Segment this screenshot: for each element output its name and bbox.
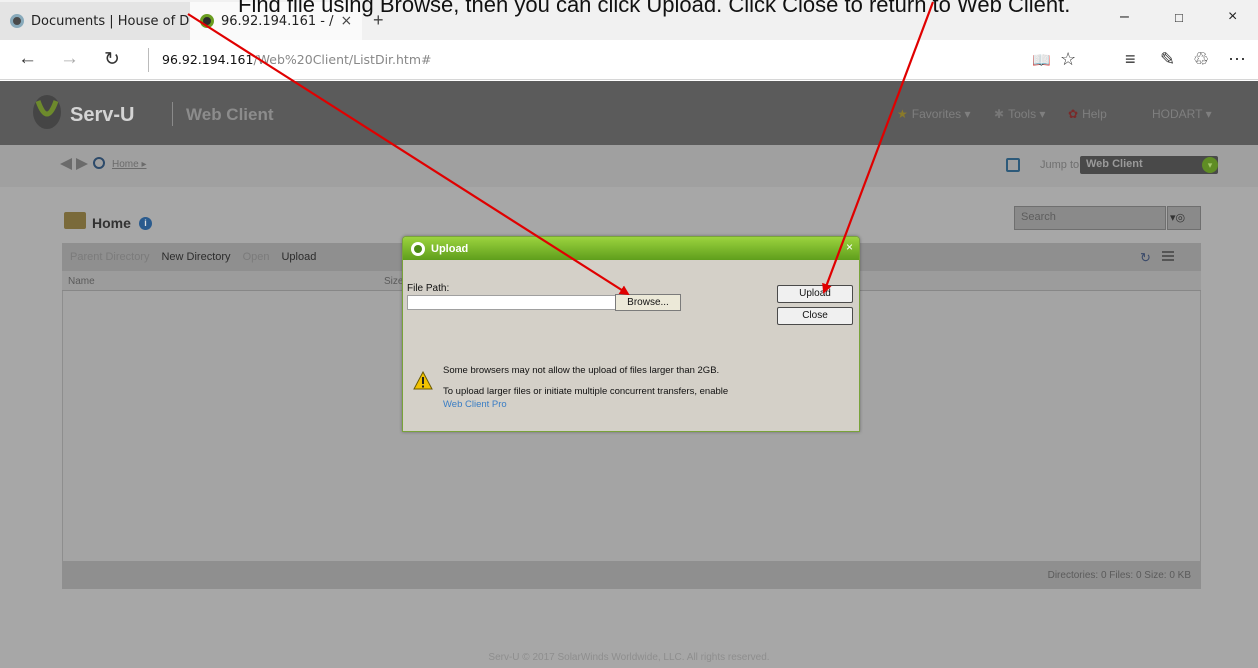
name-column-header[interactable]: Name (68, 276, 95, 287)
url-field[interactable]: 96.92.194.161/Web%20Client/ListDir.htm# (162, 52, 432, 67)
tools-menu[interactable]: ✱ Tools ▾ (994, 107, 1045, 121)
folder-icon (64, 212, 86, 229)
new-directory-button[interactable]: New Directory (161, 251, 230, 263)
maximize-button[interactable]: □ (1175, 10, 1183, 25)
minimize-button[interactable]: – (1120, 8, 1129, 26)
more-icon[interactable]: ⋯ (1228, 49, 1246, 70)
jump-go-icon[interactable]: ▾ (1202, 157, 1218, 173)
close-window-button[interactable]: × (1228, 8, 1237, 26)
external-link-icon[interactable] (1006, 158, 1020, 172)
address-divider (148, 48, 149, 72)
history-icon[interactable] (93, 157, 105, 169)
share-icon[interactable]: ♲ (1193, 49, 1209, 70)
brand-subtitle: Web Client (186, 105, 274, 124)
copyright-footer: Serv-U © 2017 SolarWinds Worldwide, LLC.… (488, 652, 770, 663)
hub-icon[interactable]: ≡ (1125, 49, 1136, 70)
serv-u-logo-icon (33, 95, 61, 129)
breadcrumb-home[interactable]: Home ▸ (112, 159, 146, 170)
jump-to-label: Jump to: (1040, 159, 1083, 171)
url-path: /Web%20Client/ListDir.htm# (253, 52, 432, 67)
reading-view-icon[interactable]: 📖 (1032, 51, 1051, 69)
status-bar: Directories: 0 Files: 0 Size: 0 KB (62, 561, 1201, 589)
refresh-button[interactable]: ↻ (104, 48, 120, 71)
tab-documents[interactable]: Documents | House of Dool (0, 2, 209, 40)
file-path-label: File Path: (407, 283, 450, 294)
size-column-header[interactable]: Size (384, 276, 403, 287)
instruction-banner: Find file using Browse, then you can cli… (238, 0, 1071, 17)
favorite-star-icon[interactable]: ☆ (1060, 49, 1076, 70)
brand-name: Serv-U (70, 104, 135, 126)
status-summary: Directories: 0 Files: 0 Size: 0 KB (1047, 570, 1191, 581)
browse-button[interactable]: Browse... (615, 294, 681, 311)
refresh-list-icon[interactable]: ↻ (1140, 250, 1151, 266)
favorites-label: Favorites ▾ (911, 107, 971, 121)
dialog-close-icon[interactable]: × (846, 240, 853, 254)
forward-button[interactable]: → (60, 48, 79, 70)
star-icon: ★ (897, 107, 908, 121)
web-client-pro-link[interactable]: Web Client Pro (443, 399, 507, 410)
tab-title: Documents | House of Dool (31, 13, 209, 29)
close-button[interactable]: Close (777, 307, 853, 325)
open-button[interactable]: Open (243, 251, 270, 263)
web-note-icon[interactable]: ✎ (1160, 49, 1175, 70)
brand-divider (172, 102, 173, 126)
screenshot-root: Documents | House of Dool 96.92.194.161 … (0, 0, 1258, 668)
search-options-icon[interactable]: ▾◎ (1167, 206, 1201, 230)
help-menu[interactable]: ✿ Help (1068, 107, 1107, 121)
back-button[interactable]: ← (18, 48, 37, 70)
warning-text-pro: To upload larger files or initiate multi… (443, 386, 729, 397)
serv-u-dialog-icon (411, 241, 425, 256)
serv-u-icon (200, 14, 214, 28)
help-icon: ✿ (1068, 107, 1079, 121)
upload-toolbar-button[interactable]: Upload (281, 251, 316, 263)
help-label: Help (1082, 107, 1107, 121)
upload-dialog: Upload × File Path: Browse... Upload Clo… (402, 236, 860, 432)
search-input[interactable]: Search (1014, 206, 1166, 230)
url-host: 96.92.194.161 (162, 52, 254, 67)
jump-to-select[interactable]: Web Client (1080, 156, 1218, 174)
dialog-title-bar[interactable]: Upload (403, 237, 859, 260)
file-path-input[interactable] (407, 295, 617, 310)
tools-icon: ✱ (994, 107, 1005, 121)
user-menu[interactable]: HODART ▾ (1152, 107, 1212, 121)
tools-label: Tools ▾ (1008, 107, 1046, 121)
info-icon[interactable]: i (139, 217, 152, 230)
dialog-title: Upload (431, 242, 469, 255)
folder-title: Home (92, 215, 131, 231)
warning-text-size: Some browsers may not allow the upload o… (443, 365, 720, 376)
parent-directory-button[interactable]: Parent Directory (70, 251, 149, 263)
warning-icon (413, 371, 433, 390)
recycle-icon (10, 14, 24, 28)
upload-button[interactable]: Upload (777, 285, 853, 303)
view-options-icon[interactable] (1162, 251, 1174, 263)
favorites-menu[interactable]: ★ Favorites ▾ (897, 107, 970, 121)
